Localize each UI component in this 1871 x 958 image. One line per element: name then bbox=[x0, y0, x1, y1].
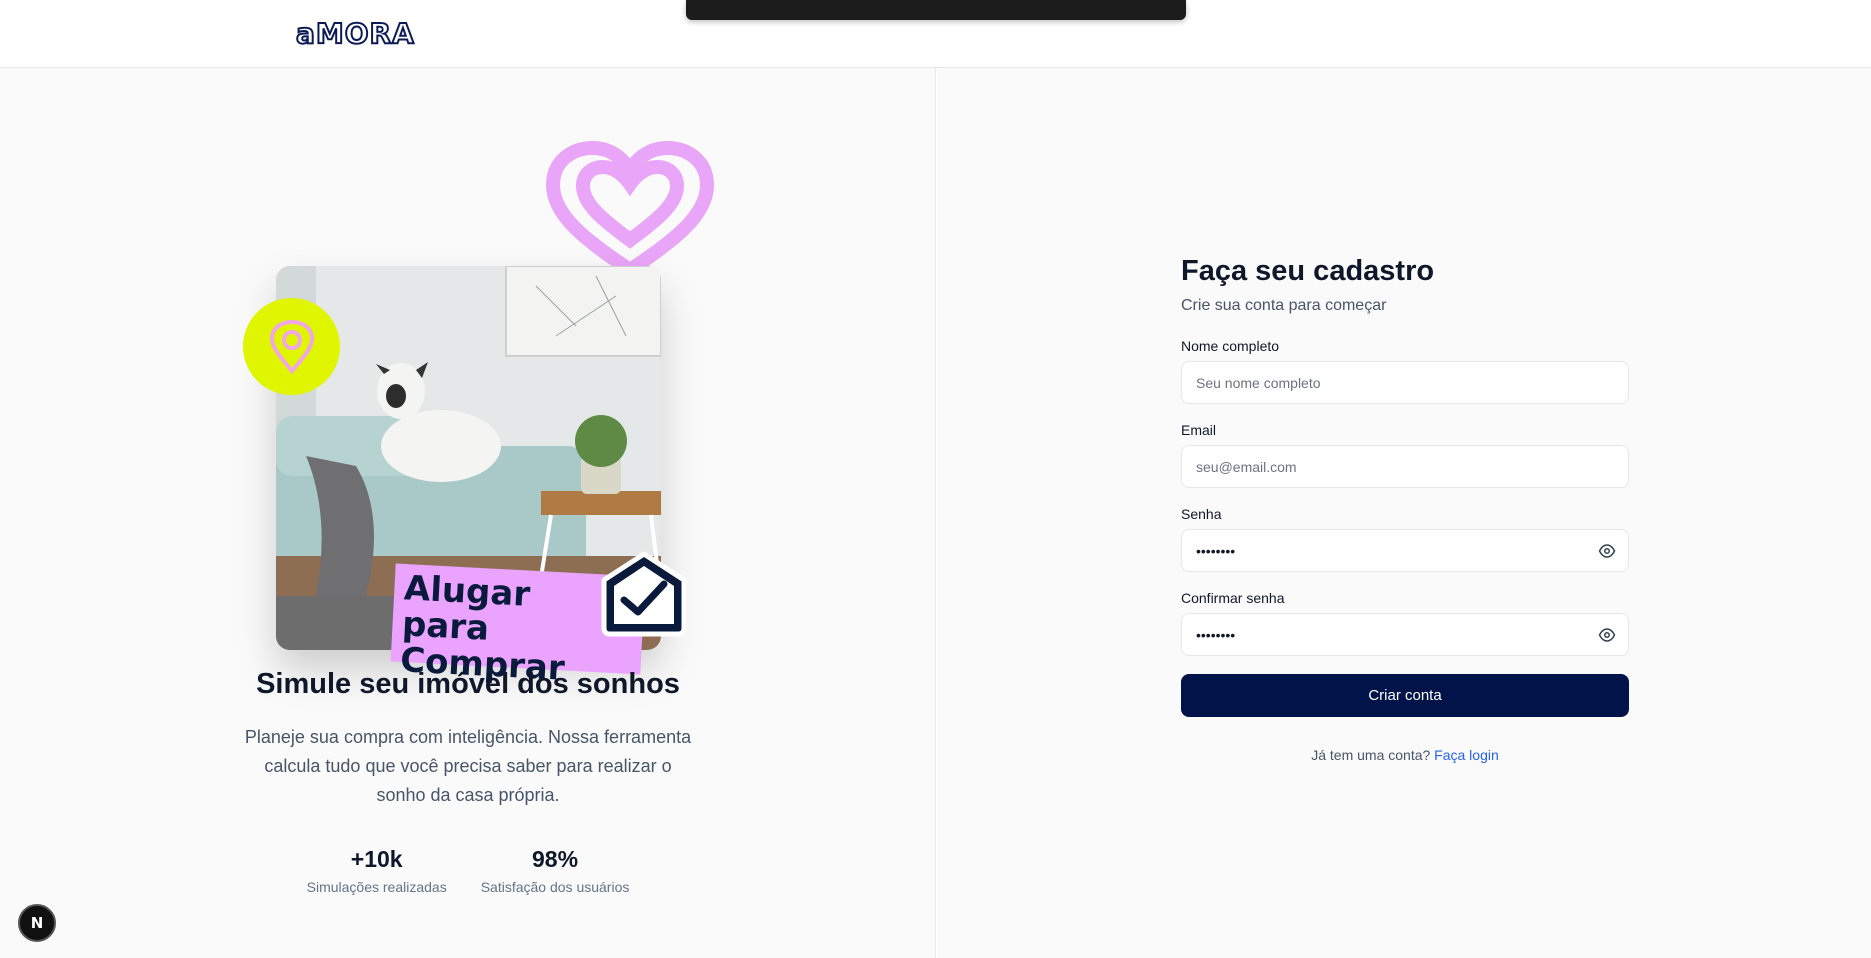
stat-label: Satisfação dos usuários bbox=[480, 879, 630, 895]
location-badge bbox=[243, 298, 340, 395]
confirm-password-label: Confirmar senha bbox=[1181, 590, 1285, 606]
confirm-password-input[interactable] bbox=[1196, 626, 1614, 643]
hero-description: Planeje sua compra com inteligência. Nos… bbox=[244, 727, 692, 805]
name-label: Nome completo bbox=[1181, 338, 1280, 354]
hero-panel: Alugar para Comprar Simule seu imóvel do… bbox=[0, 68, 936, 958]
stat-label: Simulações realizadas bbox=[306, 879, 447, 895]
name-input[interactable] bbox=[1196, 374, 1614, 391]
password-field-group: Senha bbox=[1181, 506, 1629, 572]
stat-value: +10k bbox=[350, 846, 403, 872]
map-pin-icon bbox=[269, 319, 314, 374]
hero-illustration: Alugar para Comprar bbox=[240, 140, 720, 700]
eye-icon[interactable] bbox=[1598, 626, 1616, 644]
email-input-box bbox=[1181, 445, 1629, 488]
confirm-password-field-group: Confirmar senha bbox=[1181, 590, 1629, 656]
logo-text: aMORA bbox=[295, 16, 415, 51]
email-label: Email bbox=[1181, 422, 1217, 438]
top-bar: aMORA bbox=[0, 0, 1871, 68]
next-dev-badge[interactable]: N bbox=[18, 904, 56, 942]
login-link[interactable]: Faça login bbox=[1434, 747, 1499, 763]
signup-form: Faça seu cadastro Crie sua conta para co… bbox=[1181, 255, 1629, 763]
login-prompt-text: Já tem uma conta? bbox=[1311, 747, 1431, 763]
stat-value: 98% bbox=[532, 846, 579, 872]
house-check-icon bbox=[601, 551, 687, 637]
password-input[interactable] bbox=[1196, 542, 1614, 559]
hero-headline: Simule seu imóvel dos sonhos bbox=[256, 668, 680, 700]
email-field-group: Email bbox=[1181, 422, 1629, 488]
stat-satisfaction: 98% Satisfação dos usuários bbox=[481, 846, 630, 895]
form-title: Faça seu cadastro bbox=[1181, 255, 1435, 287]
confirm-password-input-box bbox=[1181, 613, 1629, 656]
login-prompt: Já tem uma conta? Faça login bbox=[1181, 747, 1629, 763]
stat-simulations: +10k Simulações realizadas bbox=[307, 846, 447, 895]
amora-logo[interactable]: aMORA bbox=[295, 16, 415, 51]
password-label: Senha bbox=[1181, 506, 1222, 522]
form-subtitle: Crie sua conta para começar bbox=[1181, 297, 1387, 314]
notification-bar bbox=[686, 0, 1186, 20]
password-input-box bbox=[1181, 529, 1629, 572]
heart-icon bbox=[545, 140, 715, 279]
name-field-group: Nome completo bbox=[1181, 338, 1629, 404]
create-account-button[interactable]: Criar conta bbox=[1181, 674, 1629, 717]
name-input-box bbox=[1181, 361, 1629, 404]
email-input[interactable] bbox=[1196, 458, 1614, 475]
stats-row: +10k Simulações realizadas 98% Satisfaçã… bbox=[0, 846, 936, 895]
eye-icon[interactable] bbox=[1598, 542, 1616, 560]
